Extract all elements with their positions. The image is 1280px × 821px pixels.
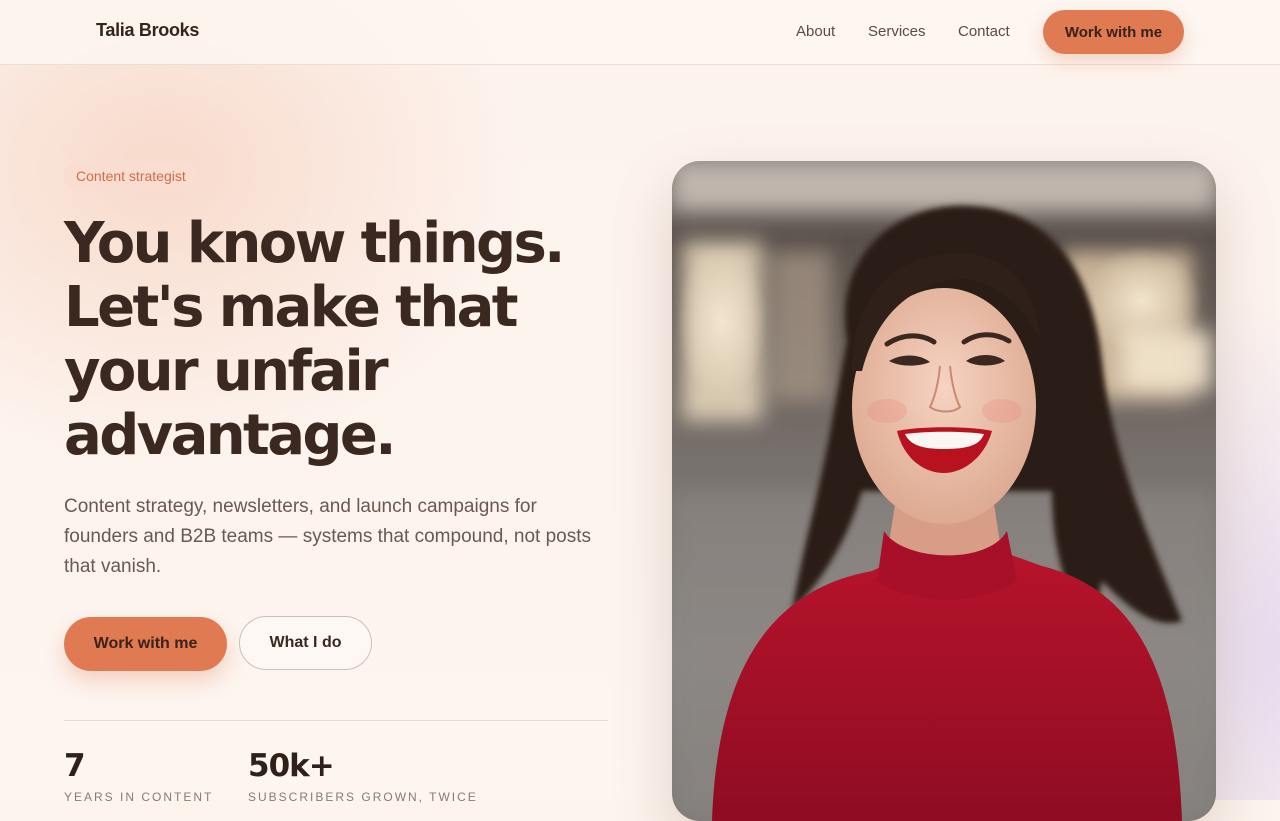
hero-subheadline: Content strategy, newsletters, and launc… xyxy=(64,496,591,577)
brand-logo[interactable]: Talia Brooks xyxy=(96,20,199,41)
stat-years-label: YEARS IN CONTENT xyxy=(64,790,214,804)
nav-link-services[interactable]: Services xyxy=(868,23,926,40)
portrait-photo xyxy=(672,161,1216,821)
what-i-do-button[interactable]: What I do xyxy=(239,616,372,670)
top-nav: Talia Brooks About Services Contact Work… xyxy=(0,0,1280,65)
stat-subscribers-value: 50k+ xyxy=(248,748,335,784)
nav-link-contact[interactable]: Contact xyxy=(958,23,1010,40)
hero-headline: You know things. Let's make that your un… xyxy=(64,211,565,468)
stats-divider xyxy=(64,720,608,721)
eyebrow-badge: Content strategist xyxy=(64,162,198,190)
stat-years-value: 7 xyxy=(64,748,86,784)
nav-link-about[interactable]: About xyxy=(796,23,835,40)
portrait-photo-illustration xyxy=(672,161,1216,821)
work-with-me-button[interactable]: Work with me xyxy=(64,617,227,671)
stat-subscribers-label: SUBSCRIBERS GROWN, TWICE xyxy=(248,790,478,804)
nav-work-with-me-button[interactable]: Work with me xyxy=(1043,10,1184,54)
